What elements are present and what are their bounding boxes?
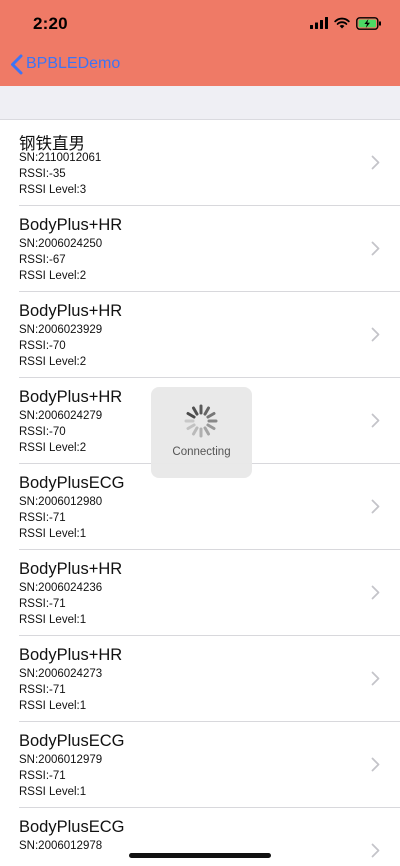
device-row[interactable]: 钢铁直男 SN:2110012061 RSSI:-35 RSSI Level:3 (0, 120, 400, 206)
chevron-right-icon (371, 499, 380, 514)
wifi-icon (334, 17, 350, 29)
device-name: BodyPlus+HR (19, 646, 123, 664)
device-rssi: RSSI:-67 (19, 254, 66, 266)
chevron-right-icon (371, 585, 380, 600)
device-rssi: RSSI:-70 (19, 340, 66, 352)
device-rssi-level: RSSI Level:2 (19, 442, 87, 454)
device-sn: SN:2006024236 (19, 582, 103, 594)
cellular-signal-icon (310, 17, 328, 29)
device-sn: SN:2006012980 (19, 496, 103, 508)
chevron-right-icon (371, 671, 380, 686)
device-name: BodyPlusECG (19, 818, 125, 836)
table-section-header (0, 86, 400, 120)
device-rssi-level: RSSI Level:1 (19, 528, 87, 540)
device-name: BodyPlus+HR (19, 302, 123, 320)
device-rssi-level: RSSI Level:1 (19, 614, 87, 626)
battery-charging-icon (356, 16, 381, 30)
device-rssi-level: RSSI Level:2 (19, 356, 87, 368)
device-rssi: RSSI:-71 (19, 512, 66, 524)
device-sn: SN:2006012978 (19, 840, 103, 852)
chevron-left-icon (11, 54, 23, 74)
navigation-header: 2:20 BPBLEDemo (0, 0, 400, 86)
device-name: BodyPlusECG (19, 474, 125, 492)
status-icons (310, 16, 382, 30)
device-sn: SN:2006012979 (19, 754, 103, 766)
device-rssi: RSSI:-35 (19, 168, 66, 180)
device-row[interactable]: BodyPlus+HR SN:2006024273 RSSI:-71 RSSI … (0, 636, 400, 722)
device-sn: SN:2006023929 (19, 324, 103, 336)
device-name: BodyPlus+HR (19, 388, 123, 406)
device-list[interactable]: 钢铁直男 SN:2110012061 RSSI:-35 RSSI Level:3… (0, 120, 400, 866)
back-button[interactable]: BPBLEDemo (10, 50, 120, 78)
hud-label: Connecting (172, 446, 231, 458)
chevron-right-icon (371, 757, 380, 772)
device-row[interactable]: BodyPlus+HR SN:2006023929 RSSI:-70 RSSI … (0, 292, 400, 378)
chevron-right-icon (371, 155, 380, 170)
connecting-hud: Connecting (151, 387, 252, 478)
device-row[interactable]: BodyPlus+HR SN:2006024250 RSSI:-67 RSSI … (0, 206, 400, 292)
device-rssi-level: RSSI Level:1 (19, 786, 87, 798)
device-rssi: RSSI:-71 (19, 770, 66, 782)
home-indicator[interactable] (129, 853, 271, 858)
back-button-label: BPBLEDemo (26, 55, 121, 72)
device-sn: SN:2006024250 (19, 238, 103, 250)
device-name: BodyPlus+HR (19, 216, 123, 234)
device-row[interactable]: BodyPlusECG SN:2006012979 RSSI:-71 RSSI … (0, 722, 400, 808)
activity-spinner-icon (184, 404, 218, 438)
chevron-right-icon (371, 241, 380, 256)
device-rssi: RSSI:-71 (19, 684, 66, 696)
status-time: 2:20 (33, 14, 68, 33)
device-sn: SN:2006024279 (19, 410, 103, 422)
device-rssi-level: RSSI Level:1 (19, 700, 87, 712)
chevron-right-icon (371, 413, 380, 428)
device-rssi: RSSI:-71 (19, 598, 66, 610)
device-rssi: RSSI:-70 (19, 426, 66, 438)
device-row[interactable]: BodyPlus+HR SN:2006024236 RSSI:-71 RSSI … (0, 550, 400, 636)
app-screen: 2:20 BPBLEDemo 钢铁直男 SN:2110012061 RSSI:-… (0, 0, 400, 866)
device-name: BodyPlusECG (19, 732, 125, 750)
device-sn: SN:2006024273 (19, 668, 103, 680)
device-rssi-level: RSSI Level:2 (19, 270, 87, 282)
device-sn: SN:2110012061 (19, 152, 102, 164)
chevron-right-icon (371, 843, 380, 858)
device-name: BodyPlus+HR (19, 560, 123, 578)
device-name: 钢铁直男 (19, 135, 85, 153)
chevron-right-icon (371, 327, 380, 342)
device-rssi-level: RSSI Level:3 (19, 184, 87, 196)
